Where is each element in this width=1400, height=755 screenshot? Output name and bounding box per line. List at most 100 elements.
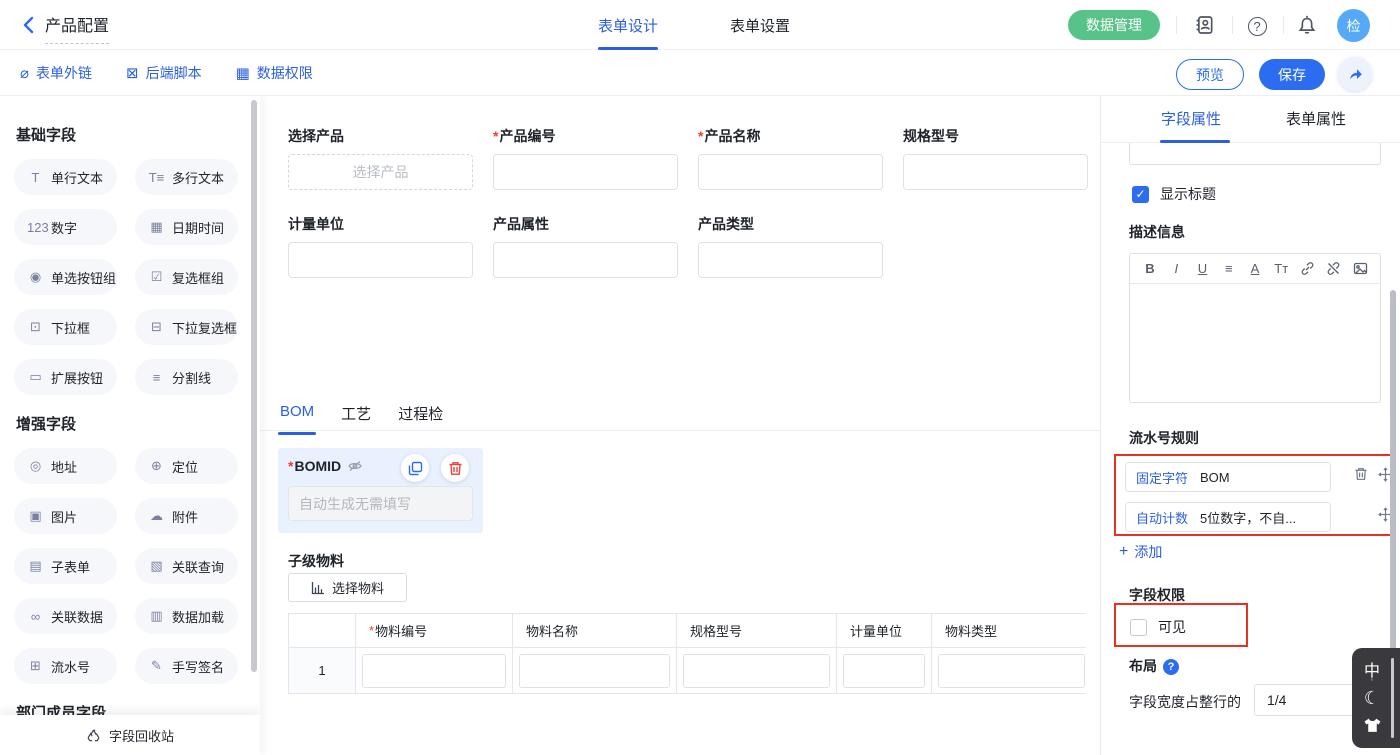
header-tabs: 表单设计 表单设置 (598, 0, 790, 50)
panel-tab-form-props[interactable]: 表单属性 (1286, 108, 1346, 129)
field-input[interactable] (903, 154, 1088, 190)
sidebar-item-serial-number[interactable]: ⊞流水号 (14, 648, 117, 684)
toolbar-link[interactable]: ⌀表单外链 (20, 63, 92, 83)
sidebar-item-single-line-text[interactable]: T单行文本 (14, 159, 117, 195)
sidebar-item-extend-button[interactable]: ▭扩展按钮 (14, 359, 117, 395)
sidebar-section-title: 增强字段 (16, 413, 246, 434)
sidebar-item-multi-line-text[interactable]: T≡多行文本 (135, 159, 238, 195)
subtable-cell-input[interactable] (519, 654, 670, 688)
font-size-icon[interactable]: Tт (1271, 259, 1291, 279)
sidebar-item-radio-group[interactable]: ◉单选按钮组 (14, 259, 117, 295)
underline-icon[interactable]: U (1193, 259, 1213, 279)
field-label: *产品名称 (698, 126, 883, 146)
link-icon[interactable] (1298, 259, 1318, 279)
serial-field-input[interactable]: 自动生成无需填写 (288, 486, 473, 521)
notification-button[interactable] (1295, 13, 1319, 37)
field-label: 选择产品 (288, 126, 473, 146)
sidebar-item-location[interactable]: ⊕定位 (135, 448, 238, 484)
canvas-field: 产品类型 (698, 214, 883, 278)
data-manage-button[interactable]: 数据管理 (1068, 10, 1160, 40)
field-input[interactable] (698, 154, 883, 190)
bar-chart-icon (311, 581, 325, 595)
sidebar-item-select[interactable]: ⊡下拉框 (14, 309, 117, 345)
copy-field-button[interactable] (401, 454, 429, 482)
sidebar-item-checkbox-group[interactable]: ☑复选框组 (135, 259, 238, 295)
field-label: 产品属性 (493, 214, 678, 234)
product-select-button[interactable]: 选择产品 (288, 154, 473, 190)
canvas-field: *产品编号 (493, 126, 678, 190)
trash-icon (448, 461, 463, 476)
theme-toggle[interactable] (1352, 718, 1392, 733)
subtable-cell-input[interactable] (362, 654, 506, 688)
bold-icon[interactable]: B (1140, 259, 1160, 279)
subtable-body-cell (677, 648, 837, 693)
font-color-icon[interactable]: A (1245, 259, 1265, 279)
sidebar-item-image[interactable]: ▣图片 (14, 498, 117, 534)
toolbar-links: ⌀表单外链 ⊠后端脚本 ▦数据权限 (20, 50, 313, 96)
serial-rule-row[interactable]: 自动计数5位数字，不自... (1125, 502, 1331, 532)
description-title: 描述信息 (1129, 222, 1185, 242)
header-tab-form-settings[interactable]: 表单设置 (730, 0, 790, 50)
help-button[interactable]: ? (1245, 13, 1269, 37)
field-input[interactable] (698, 242, 883, 278)
italic-icon[interactable]: I (1166, 259, 1186, 279)
subtable-cell-input[interactable] (938, 654, 1085, 688)
property-panel-tabs: 字段属性 表单属性 (1101, 96, 1400, 143)
contact-book-button[interactable] (1193, 13, 1217, 37)
subtable-cell-input[interactable] (843, 654, 925, 688)
field-input[interactable] (493, 154, 678, 190)
avatar[interactable]: 检 (1337, 9, 1370, 42)
copy-icon (408, 461, 423, 476)
field-recycle-bin-button[interactable]: 字段回收站 (0, 715, 260, 755)
sidebar-item-address[interactable]: ◎地址 (14, 448, 117, 484)
serial-rule-row[interactable]: 固定字符BOM (1125, 462, 1331, 492)
back-button[interactable] (18, 13, 42, 37)
subform-title: 子级物料 (288, 551, 344, 571)
save-button[interactable]: 保存 (1259, 59, 1325, 90)
insert-image-icon[interactable] (1350, 259, 1370, 279)
toolbar-link[interactable]: ⊠后端脚本 (126, 63, 202, 83)
show-title-checkbox[interactable]: ✓ (1132, 186, 1149, 203)
add-rule-button[interactable]: +添加 (1119, 542, 1162, 562)
field-input[interactable] (493, 242, 678, 278)
sidebar-scrollbar[interactable] (251, 100, 257, 672)
dark-mode-toggle[interactable]: ☾ (1352, 688, 1392, 709)
page-title[interactable]: 产品配置 (45, 12, 109, 44)
data-load-icon: ▥ (148, 608, 165, 624)
sidebar-item-signature[interactable]: ✎手写签名 (135, 648, 238, 684)
bell-icon (1297, 15, 1317, 35)
share-button[interactable] (1338, 57, 1372, 91)
header-tab-form-design[interactable]: 表单设计 (598, 0, 658, 50)
layout-help-icon[interactable]: ? (1163, 659, 1179, 675)
selected-field-card[interactable]: *BOMID 自动生成无需填写 (278, 448, 483, 533)
sidebar-item-linked-data[interactable]: ∞关联数据 (14, 598, 117, 634)
pick-material-button[interactable]: 选择物料 (288, 573, 407, 602)
unlink-icon[interactable] (1324, 259, 1344, 279)
field-input[interactable] (288, 242, 473, 278)
sidebar-item-linked-query[interactable]: ▧关联查询 (135, 548, 238, 584)
preview-button[interactable]: 预览 (1176, 59, 1244, 90)
align-icon[interactable]: ≡ (1219, 259, 1239, 279)
sidebar-item-datetime[interactable]: ▦日期时间 (135, 209, 238, 245)
toolbar-link[interactable]: ▦数据权限 (236, 63, 313, 83)
delete-field-button[interactable] (441, 454, 469, 482)
eye-slash-icon[interactable] (347, 458, 363, 474)
rule-delete-button[interactable] (1354, 467, 1370, 483)
sidebar-item-number[interactable]: 123数字 (14, 209, 117, 245)
description-editor: BIU ≡ A Tт (1129, 253, 1381, 403)
divider (260, 430, 1100, 431)
sidebar-item-multi-select[interactable]: ⊟下拉复选框 (135, 309, 238, 345)
sidebar-item-label: 流水号 (51, 657, 90, 676)
sidebar-item-data-load[interactable]: ▥数据加载 (135, 598, 238, 634)
rownum-wrap: 1 (289, 648, 355, 693)
sidebar-item-attachment[interactable]: ☁附件 (135, 498, 238, 534)
sidebar-item-label: 多行文本 (172, 168, 224, 187)
subtable-cell-input[interactable] (683, 654, 830, 688)
sidebar-item-subform[interactable]: ▤子表单 (14, 548, 117, 584)
panel-tab-field-props[interactable]: 字段属性 (1161, 108, 1221, 129)
field-title-input-partial[interactable] (1129, 143, 1381, 165)
editor-body[interactable] (1130, 284, 1380, 402)
visible-checkbox[interactable] (1130, 619, 1147, 636)
data-permission-icon: ▦ (236, 64, 250, 82)
sidebar-item-divider[interactable]: ≡分割线 (135, 359, 238, 395)
